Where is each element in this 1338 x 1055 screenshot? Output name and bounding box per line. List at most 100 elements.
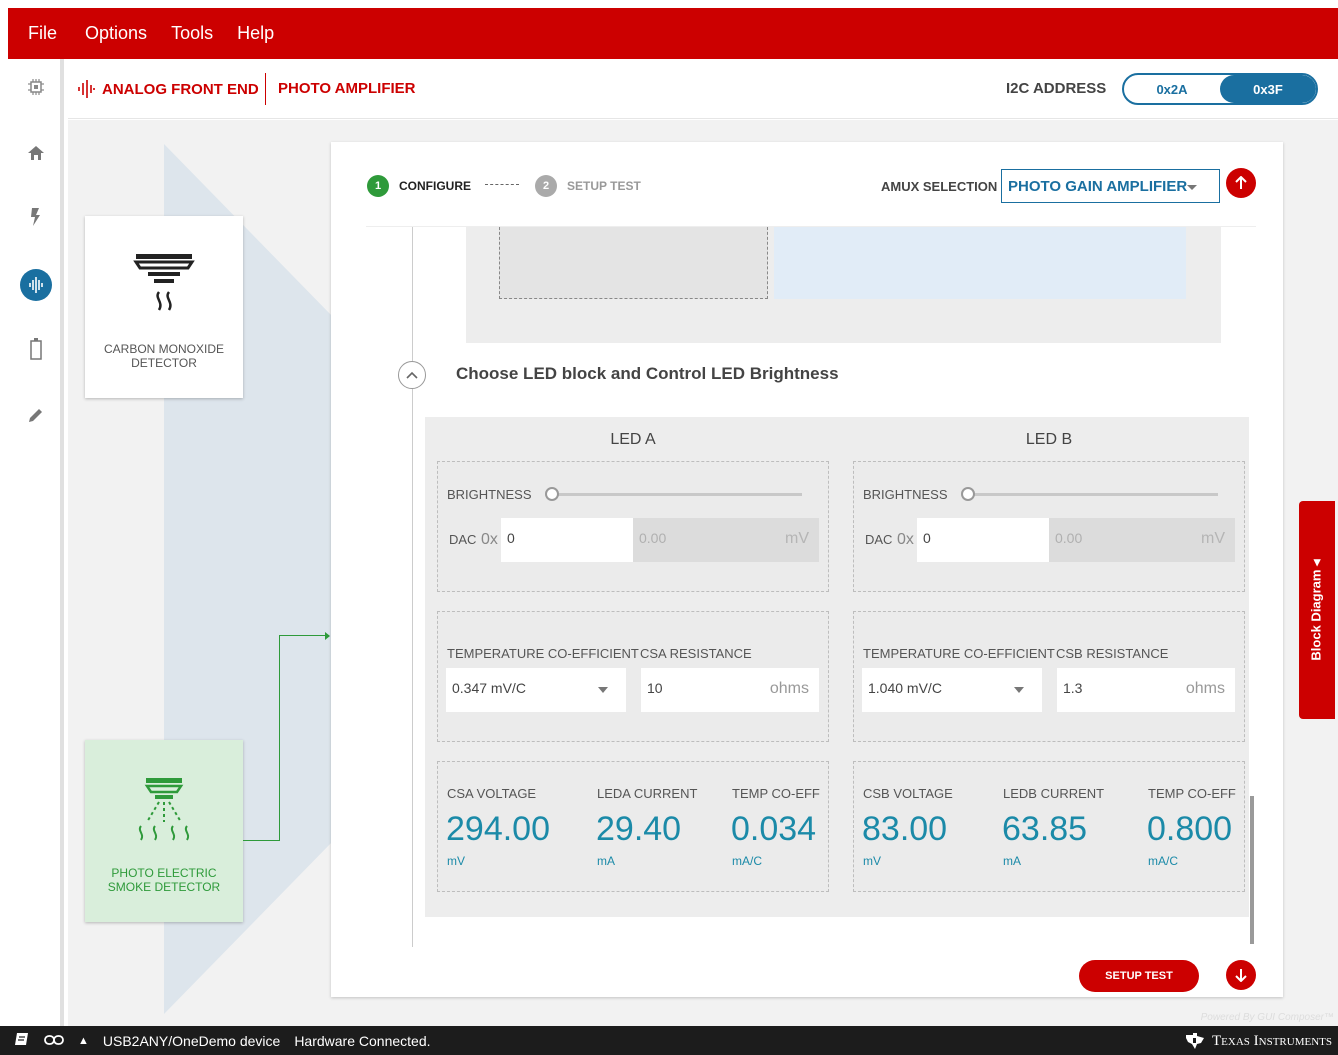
led-a-dac-input[interactable]: 0 <box>501 518 633 562</box>
led-a-readout-box: CSA VOLTAGE 294.00 mV LEDA CURRENT 29.40… <box>437 761 829 892</box>
arrow-down-icon <box>1235 969 1247 982</box>
led-a-dac-label: DAC <box>449 532 477 547</box>
co-detector-label: CARBON MONOXIDE DETECTOR <box>85 342 243 370</box>
led-a-dac-prefix: 0x <box>481 531 498 548</box>
led-b-settings-box: TEMPERATURE CO-EFFICIENT CSB RESISTANCE … <box>853 611 1245 742</box>
led-b-res-value: 1.3 <box>1063 680 1083 696</box>
i2c-address-toggle[interactable]: 0x2A 0x3F <box>1122 73 1318 105</box>
home-icon[interactable] <box>20 137 52 169</box>
connector-line <box>243 635 280 841</box>
leda-current-value: 29.40 <box>596 810 682 848</box>
timeline-line <box>412 227 413 947</box>
led-b-brightness-thumb[interactable] <box>961 487 975 501</box>
breadcrumb-separator <box>265 73 266 105</box>
led-b-res-label: CSB RESISTANCE <box>1056 646 1169 661</box>
collapse-button[interactable] <box>398 361 426 389</box>
led-a-brightness-thumb[interactable] <box>545 487 559 501</box>
step-connector <box>485 184 519 185</box>
pencil-icon[interactable] <box>20 399 52 431</box>
i2c-option-0x3f[interactable]: 0x3F <box>1220 75 1316 103</box>
breadcrumb-analog-front-end[interactable]: ANALOG FRONT END <box>76 79 259 99</box>
menu-tools[interactable]: Tools <box>171 23 213 44</box>
smoke-detector-label: PHOTO ELECTRIC SMOKE DETECTOR <box>85 866 243 894</box>
connector-arrowhead <box>325 632 330 640</box>
led-b-mv-readonly: 0.00 mV <box>1049 518 1235 562</box>
led-a-brightness-slider[interactable] <box>552 493 802 496</box>
led-b-brightness-label: BRIGHTNESS <box>863 487 948 502</box>
lightning-icon[interactable] <box>20 201 52 233</box>
led-a-res-label: CSA RESISTANCE <box>640 646 752 661</box>
chevron-down-icon <box>1187 185 1197 190</box>
led-b-mv-value: 0.00 <box>1055 530 1083 546</box>
setup-test-button[interactable]: SETUP TEST <box>1079 960 1199 992</box>
battery-icon[interactable] <box>20 333 52 365</box>
led-b-tc-dropdown[interactable]: 1.040 mV/C <box>862 668 1042 712</box>
scroll-up-button[interactable] <box>1226 168 1256 198</box>
led-a-mv-readonly: 0.00 mV <box>633 518 819 562</box>
waveform-icon[interactable] <box>20 269 52 301</box>
led-a-res-value: 10 <box>647 680 663 696</box>
scroll-down-button[interactable] <box>1226 960 1256 990</box>
led-control-area: LED A BRIGHTNESS DAC 0x 0 0.00 mV TEMPER… <box>425 417 1249 917</box>
configure-panel: 1 CONFIGURE 2 SETUP TEST AMUX SELECTION … <box>331 142 1283 997</box>
ledb-tempco-value: 0.800 <box>1147 810 1233 848</box>
workspace: CARBON MONOXIDE DETECTOR PHOTO ELECTRIC … <box>68 120 1338 1026</box>
menu-options[interactable]: Options <box>85 23 147 44</box>
step-setup-test[interactable]: 2 SETUP TEST <box>535 175 641 197</box>
breadcrumb-label: ANALOG FRONT END <box>102 80 259 98</box>
menu-bar: File Options Tools Help <box>8 8 1338 59</box>
scroll-content[interactable]: Choose LED block and Control LED Brightn… <box>366 226 1256 956</box>
powered-by-label: Powered By GUI Composer™ <box>1200 1012 1334 1023</box>
step1-label: CONFIGURE <box>399 179 471 193</box>
amux-selection-value: PHOTO GAIN AMPLIFIER <box>1008 178 1188 195</box>
csa-voltage-label: CSA VOLTAGE <box>447 786 537 801</box>
co-detector-card[interactable]: CARBON MONOXIDE DETECTOR <box>85 216 243 398</box>
led-b-brightness-slider[interactable] <box>968 493 1218 496</box>
led-b-readout-box: CSB VOLTAGE 83.00 mV LEDB CURRENT 63.85 … <box>853 761 1245 892</box>
vertical-scrollbar[interactable] <box>1250 796 1254 944</box>
led-a-tc-dropdown[interactable]: 0.347 mV/C <box>446 668 626 712</box>
led-a-res-unit: ohms <box>769 680 809 697</box>
led-b-dac-prefix: 0x <box>897 531 914 548</box>
connector-line <box>279 635 329 636</box>
block-diagram-label: Block Diagram ◂ <box>1309 559 1325 661</box>
csb-voltage-unit: mV <box>863 854 881 868</box>
led-b-mv-unit: mV <box>1201 530 1225 547</box>
sidebar <box>8 59 64 1026</box>
step2-label: SETUP TEST <box>567 179 641 193</box>
caret-up-icon[interactable]: ▲ <box>78 1035 89 1047</box>
smoke-detector-icon <box>133 254 195 311</box>
leda-tempco-unit: mA/C <box>732 854 762 868</box>
header-bar: ANALOG FRONT END PHOTO AMPLIFIER I2C ADD… <box>68 59 1338 119</box>
amux-selection-dropdown[interactable]: PHOTO GAIN AMPLIFIER <box>1001 169 1220 203</box>
led-b-dac-label: DAC <box>865 532 893 547</box>
chip-icon[interactable] <box>20 71 52 103</box>
led-a-mv-value: 0.00 <box>639 530 667 546</box>
i2c-option-0x2a[interactable]: 0x2A <box>1124 75 1220 103</box>
menu-help[interactable]: Help <box>237 23 274 44</box>
smoke-detector-icon <box>138 778 190 841</box>
notebook-icon[interactable] <box>14 1032 30 1049</box>
led-b-res-unit: ohms <box>1185 680 1225 697</box>
leda-tempco-value: 0.034 <box>731 810 817 848</box>
led-b-title: LED B <box>1025 431 1073 448</box>
step-configure[interactable]: 1 CONFIGURE <box>367 175 471 197</box>
ledb-tempco-label: TEMP CO-EFF <box>1148 786 1236 801</box>
leda-current-unit: mA <box>597 854 615 868</box>
led-b-res-input[interactable]: 1.3 ohms <box>1057 668 1235 712</box>
led-b-dac-input[interactable]: 0 <box>917 518 1049 562</box>
previous-section-box <box>466 227 1221 343</box>
link-icon[interactable] <box>44 1033 64 1049</box>
smoke-detector-card[interactable]: PHOTO ELECTRIC SMOKE DETECTOR <box>85 740 243 922</box>
leda-tempco-label: TEMP CO-EFF <box>732 786 820 801</box>
led-b-tc-label: TEMPERATURE CO-EFFICIENT <box>863 646 1055 661</box>
block-diagram-tab[interactable]: Block Diagram ◂ <box>1299 501 1335 719</box>
ti-brand-text: Texas Instruments <box>1212 1032 1332 1049</box>
led-a-res-input[interactable]: 10 ohms <box>641 668 819 712</box>
breadcrumb-photo-amplifier[interactable]: PHOTO AMPLIFIER <box>278 80 416 97</box>
menu-file[interactable]: File <box>28 23 57 44</box>
co-detector-line2: DETECTOR <box>131 356 197 370</box>
led-a-tc-value: 0.347 mV/C <box>452 680 526 696</box>
csa-voltage-unit: mV <box>447 854 465 868</box>
smoke-detector-line1: PHOTO ELECTRIC <box>111 866 217 880</box>
